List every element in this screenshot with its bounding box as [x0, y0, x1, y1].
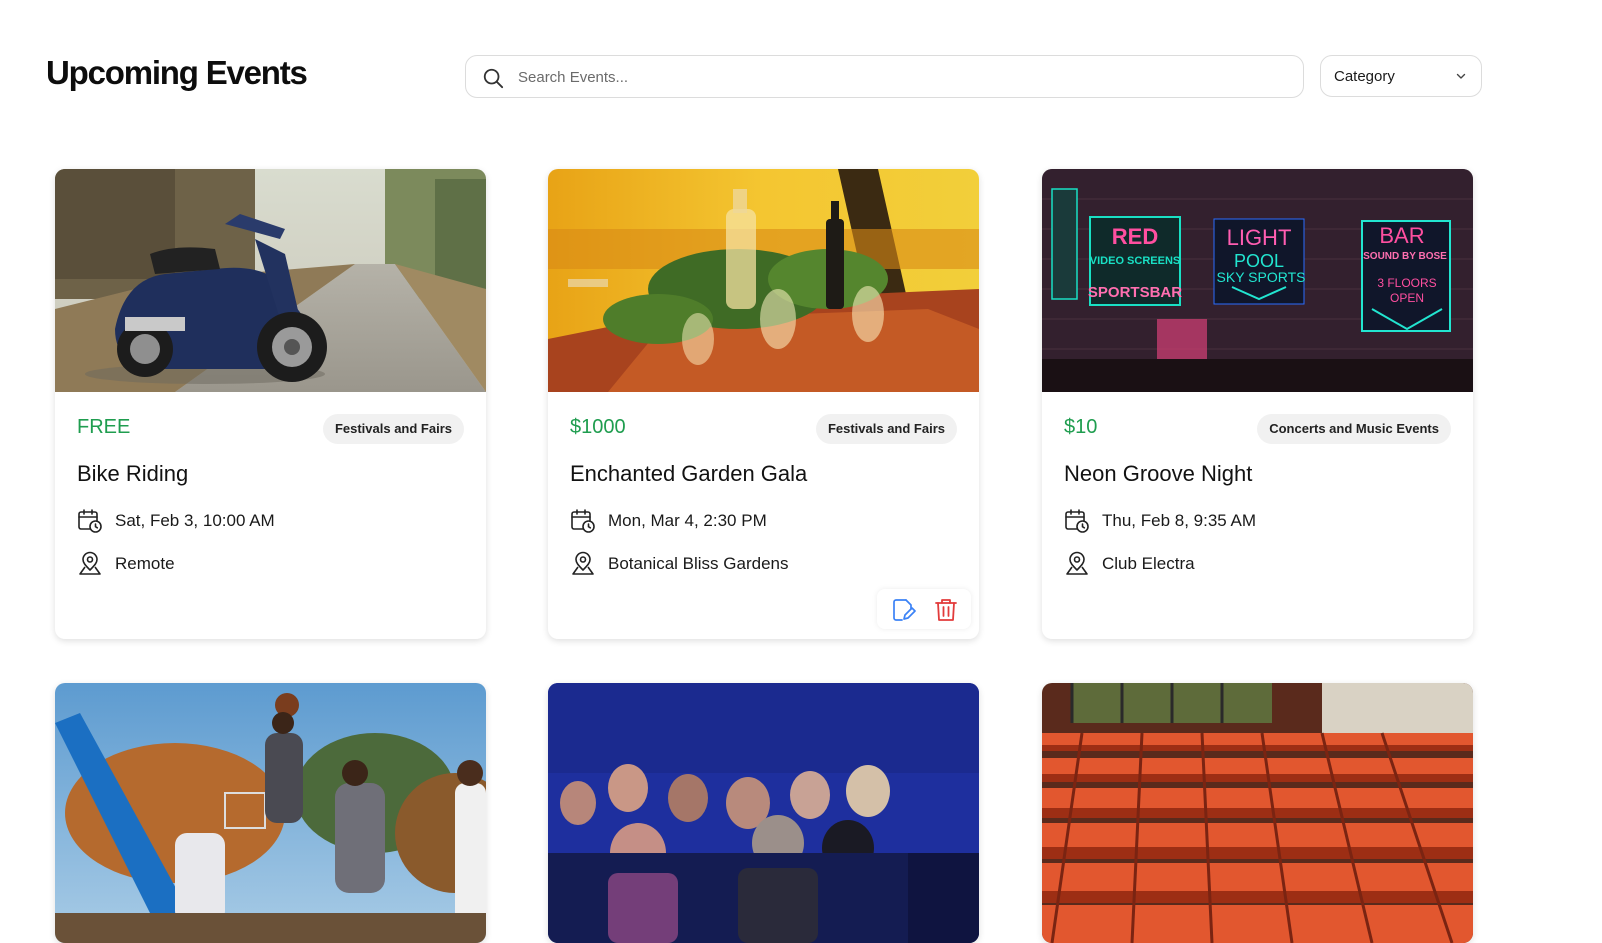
event-date-text: Sat, Feb 3, 10:00 AM: [115, 511, 275, 530]
neon-sign-text: RED: [1112, 224, 1158, 249]
card-actions: [877, 589, 971, 629]
neon-sign-text: SOUND BY BOSE: [1363, 251, 1447, 262]
event-image: [548, 683, 979, 943]
event-image: RED VIDEO SCREENS SPORTSBAR LIGHT POOL S…: [1042, 169, 1473, 392]
event-title[interactable]: Neon Groove Night: [1064, 461, 1252, 487]
trash-icon[interactable]: [933, 597, 959, 623]
edit-icon[interactable]: [890, 597, 916, 623]
neon-sign-text: VIDEO SCREENS: [1090, 255, 1180, 267]
neon-sign-text: BAR: [1379, 223, 1424, 248]
neon-sign-text: 3 FLOORS: [1377, 276, 1436, 290]
event-location: Remote: [77, 551, 175, 577]
category-badge: Festivals and Fairs: [815, 414, 957, 444]
category-select-label: Category: [1334, 68, 1395, 85]
event-date: Sat, Feb 3, 10:00 AM: [77, 508, 275, 534]
event-location: Botanical Bliss Gardens: [570, 551, 788, 577]
chevron-down-icon: [1456, 73, 1466, 79]
neon-sign-text: SPORTSBAR: [1088, 284, 1182, 301]
event-image: [1042, 683, 1473, 943]
page-title: Upcoming Events: [46, 54, 308, 91]
event-location-text: Botanical Bliss Gardens: [608, 554, 789, 573]
category-select[interactable]: Category: [1320, 55, 1482, 97]
event-location-text: Remote: [115, 554, 175, 573]
event-date: Mon, Mar 4, 2:30 PM: [570, 508, 767, 534]
search-icon: [483, 68, 504, 89]
category-badge: Festivals and Fairs: [322, 414, 464, 444]
search-bar[interactable]: [465, 55, 1304, 98]
event-card[interactable]: $1000 Festivals and Fairs Enchanted Gard…: [548, 169, 979, 639]
event-title[interactable]: Enchanted Garden Gala: [570, 461, 807, 487]
calendar-clock-icon: [571, 509, 595, 533]
event-card[interactable]: RED VIDEO SCREENS SPORTSBAR LIGHT POOL S…: [1042, 169, 1473, 639]
event-card[interactable]: [1042, 683, 1473, 943]
event-location-text: Club Electra: [1102, 554, 1195, 573]
search-input[interactable]: [518, 65, 1278, 89]
event-image: [548, 169, 979, 392]
neon-sign-text: SKY SPORTS: [1217, 269, 1306, 285]
event-image: [55, 683, 486, 943]
neon-sign-text: LIGHT: [1227, 225, 1292, 250]
calendar-clock-icon: [78, 509, 102, 533]
event-location: Club Electra: [1064, 551, 1195, 577]
calendar-clock-icon: [1065, 509, 1089, 533]
event-price: $10: [1064, 416, 1098, 438]
category-badge: Concerts and Music Events: [1257, 414, 1451, 444]
event-card[interactable]: [55, 683, 486, 943]
event-price: $1000: [570, 416, 626, 438]
event-card[interactable]: FREE Festivals and Fairs Bike Riding Sat…: [55, 169, 486, 639]
location-pin-icon: [572, 551, 594, 575]
event-date: Thu, Feb 8, 9:35 AM: [1064, 508, 1256, 534]
event-card[interactable]: [548, 683, 979, 943]
neon-sign-text: POOL: [1234, 251, 1284, 271]
location-pin-icon: [79, 551, 101, 575]
event-title[interactable]: Bike Riding: [77, 461, 188, 487]
neon-sign-text: OPEN: [1390, 291, 1424, 305]
event-date-text: Thu, Feb 8, 9:35 AM: [1102, 511, 1257, 530]
event-date-text: Mon, Mar 4, 2:30 PM: [608, 511, 767, 530]
event-price: FREE: [77, 416, 131, 438]
location-pin-icon: [1066, 551, 1088, 575]
event-image: [55, 169, 486, 392]
